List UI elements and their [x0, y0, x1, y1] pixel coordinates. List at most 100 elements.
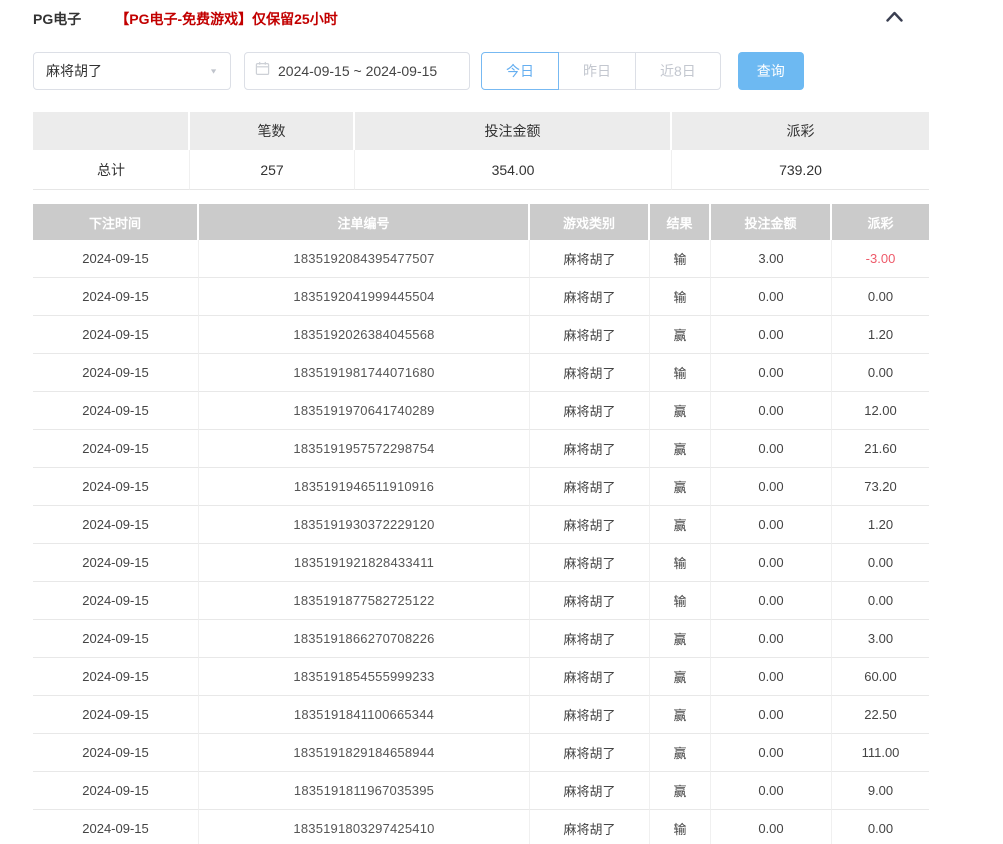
cell-date: 2024-09-15	[33, 316, 199, 354]
cell-bet-id: 1835191829184658944	[199, 734, 530, 772]
cell-result: 输	[650, 544, 711, 582]
table-row: 2024-09-15 1835191877582725122 麻将胡了 输 0.…	[33, 582, 929, 620]
game-select-value: 麻将胡了	[46, 61, 209, 81]
yesterday-button[interactable]: 昨日	[558, 52, 636, 90]
cell-payout: 9.00	[832, 772, 929, 810]
summary-total-bet-amount: 354.00	[355, 150, 672, 190]
cell-game: 麻将胡了	[530, 620, 650, 658]
cell-game: 麻将胡了	[530, 506, 650, 544]
cell-bet-id: 1835192084395477507	[199, 240, 530, 278]
summary-header-row: 笔数 投注金额 派彩	[33, 112, 929, 150]
cell-payout: 73.20	[832, 468, 929, 506]
cell-result: 赢	[650, 316, 711, 354]
cell-game: 麻将胡了	[530, 278, 650, 316]
cell-bet-id: 1835191866270708226	[199, 620, 530, 658]
cell-date: 2024-09-15	[33, 468, 199, 506]
summary-total-row: 总计 257 354.00 739.20	[33, 150, 929, 190]
col-header-bet-id: 注单编号	[199, 204, 530, 240]
cell-bet-id: 1835191981744071680	[199, 354, 530, 392]
table-row: 2024-09-15 1835191811967035395 麻将胡了 赢 0.…	[33, 772, 929, 810]
cell-payout: 0.00	[832, 810, 929, 844]
cell-result: 输	[650, 354, 711, 392]
cell-bet-amount: 0.00	[711, 620, 832, 658]
cell-game: 麻将胡了	[530, 468, 650, 506]
cell-bet-id: 1835191811967035395	[199, 772, 530, 810]
today-button[interactable]: 今日	[481, 52, 559, 90]
summary-total-payout: 739.20	[672, 150, 929, 190]
col-header-payout: 派彩	[832, 204, 929, 240]
cell-payout: 0.00	[832, 278, 929, 316]
page-title: PG电子	[33, 9, 81, 29]
bet-records-table: 下注时间 注单编号 游戏类别 结果 投注金额 派彩 2024-09-15 183…	[33, 204, 929, 844]
collapse-panel-button[interactable]	[885, 10, 904, 28]
cell-payout: 3.00	[832, 620, 929, 658]
cell-game: 麻将胡了	[530, 430, 650, 468]
col-header-bet-amount: 投注金额	[711, 204, 832, 240]
quick-date-button-group: 今日 昨日 近8日	[481, 52, 721, 90]
cell-bet-id: 1835192026384045568	[199, 316, 530, 354]
cell-result: 输	[650, 582, 711, 620]
cell-game: 麻将胡了	[530, 240, 650, 278]
cell-result: 输	[650, 278, 711, 316]
cell-bet-amount: 3.00	[711, 240, 832, 278]
cell-game: 麻将胡了	[530, 658, 650, 696]
summary-header-blank	[33, 112, 190, 150]
cell-bet-id: 1835191877582725122	[199, 582, 530, 620]
cell-game: 麻将胡了	[530, 696, 650, 734]
caret-down-icon: ▼	[209, 67, 218, 75]
summary-total-label: 总计	[33, 150, 190, 190]
table-row: 2024-09-15 1835192084395477507 麻将胡了 输 3.…	[33, 240, 929, 278]
top-bar: PG电子 【PG电子-免费游戏】仅保留25小时	[0, 0, 1003, 29]
summary-table: 笔数 投注金额 派彩 总计 257 354.00 739.20	[33, 112, 929, 190]
cell-payout: -3.00	[832, 240, 929, 278]
col-header-game-type: 游戏类别	[530, 204, 650, 240]
cell-date: 2024-09-15	[33, 354, 199, 392]
cell-payout: 0.00	[832, 354, 929, 392]
table-row: 2024-09-15 1835192041999445504 麻将胡了 输 0.…	[33, 278, 929, 316]
cell-result: 输	[650, 810, 711, 844]
cell-result: 赢	[650, 506, 711, 544]
search-button[interactable]: 查询	[738, 52, 804, 90]
cell-bet-amount: 0.00	[711, 392, 832, 430]
summary-header-payout: 派彩	[672, 112, 929, 150]
cell-bet-id: 1835191803297425410	[199, 810, 530, 844]
cell-bet-amount: 0.00	[711, 316, 832, 354]
cell-payout: 22.50	[832, 696, 929, 734]
cell-date: 2024-09-15	[33, 734, 199, 772]
cell-result: 赢	[650, 696, 711, 734]
last-8-days-button[interactable]: 近8日	[635, 52, 721, 90]
cell-date: 2024-09-15	[33, 658, 199, 696]
filter-row: 麻将胡了 ▼ 2024-09-15 ~ 2024-09-15 今日 昨日 近8日…	[33, 52, 1003, 90]
cell-payout: 1.20	[832, 316, 929, 354]
cell-date: 2024-09-15	[33, 582, 199, 620]
cell-game: 麻将胡了	[530, 316, 650, 354]
col-header-result: 结果	[650, 204, 711, 240]
cell-result: 赢	[650, 620, 711, 658]
table-row: 2024-09-15 1835191866270708226 麻将胡了 赢 0.…	[33, 620, 929, 658]
cell-bet-amount: 0.00	[711, 658, 832, 696]
cell-bet-amount: 0.00	[711, 544, 832, 582]
table-row: 2024-09-15 1835191957572298754 麻将胡了 赢 0.…	[33, 430, 929, 468]
cell-date: 2024-09-15	[33, 810, 199, 844]
summary-header-count: 笔数	[190, 112, 355, 150]
cell-bet-amount: 0.00	[711, 506, 832, 544]
cell-bet-amount: 0.00	[711, 696, 832, 734]
cell-payout: 0.00	[832, 582, 929, 620]
cell-game: 麻将胡了	[530, 734, 650, 772]
bet-table-body: 2024-09-15 1835192084395477507 麻将胡了 输 3.…	[33, 240, 929, 844]
cell-bet-amount: 0.00	[711, 772, 832, 810]
page: PG电子 【PG电子-免费游戏】仅保留25小时 麻将胡了 ▼ 2024-09-1…	[0, 0, 1003, 844]
cell-bet-id: 1835191946511910916	[199, 468, 530, 506]
game-select[interactable]: 麻将胡了 ▼	[33, 52, 231, 90]
cell-bet-id: 1835191970641740289	[199, 392, 530, 430]
table-row: 2024-09-15 1835191854555999233 麻将胡了 赢 0.…	[33, 658, 929, 696]
cell-result: 赢	[650, 392, 711, 430]
notice-text: 【PG电子-免费游戏】仅保留25小时	[115, 9, 337, 29]
cell-bet-amount: 0.00	[711, 430, 832, 468]
date-range-input[interactable]: 2024-09-15 ~ 2024-09-15	[244, 52, 470, 90]
cell-result: 赢	[650, 658, 711, 696]
cell-result: 赢	[650, 468, 711, 506]
cell-game: 麻将胡了	[530, 392, 650, 430]
cell-bet-id: 1835191841100665344	[199, 696, 530, 734]
cell-bet-id: 1835191930372229120	[199, 506, 530, 544]
